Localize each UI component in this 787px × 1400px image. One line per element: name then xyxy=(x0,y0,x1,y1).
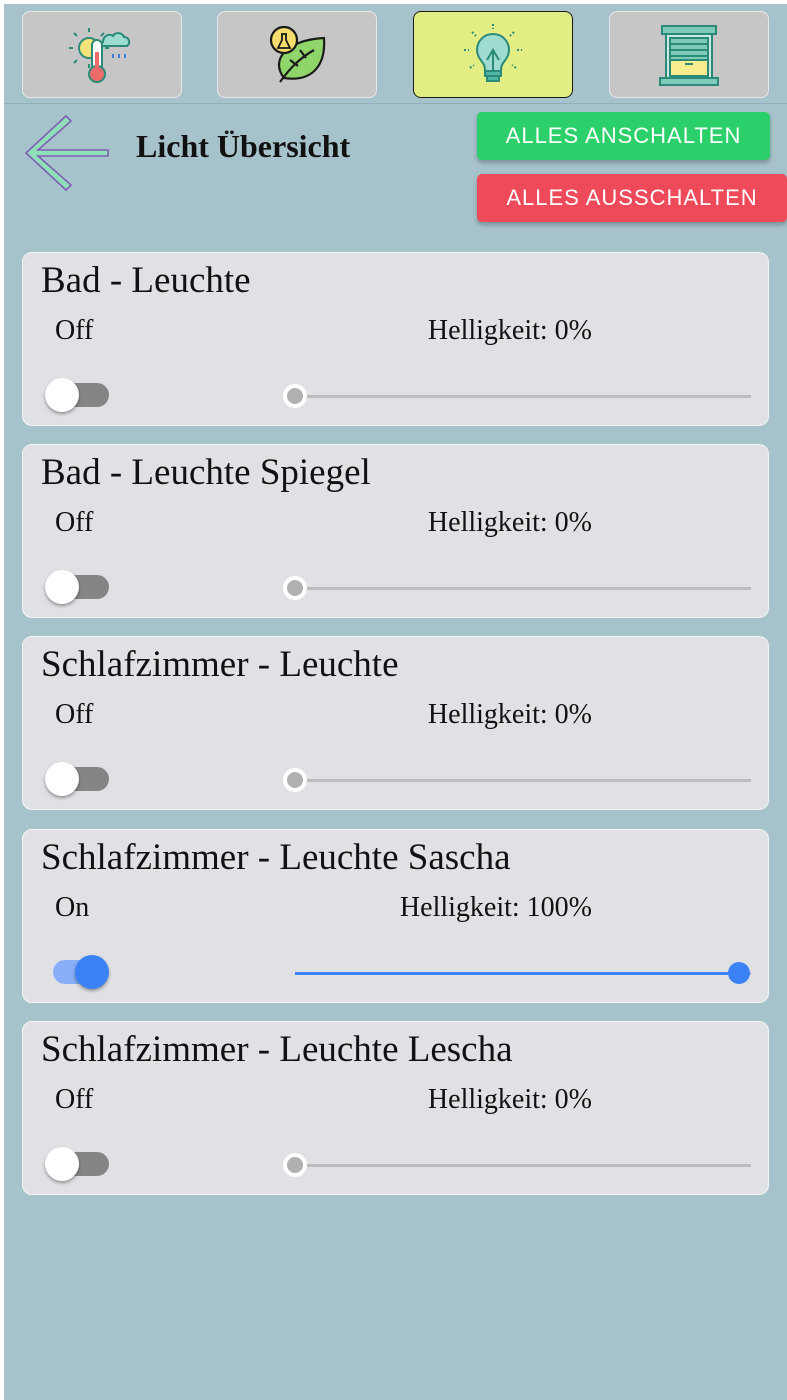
lightbulb-icon xyxy=(464,23,522,82)
plant-leaf-icon xyxy=(269,25,326,83)
brightness-label: Helligkeit: 0% xyxy=(427,1084,592,1115)
brightness-label: Helligkeit: 0% xyxy=(427,315,592,346)
brightness-label: Helligkeit: 100% xyxy=(399,892,592,923)
light-state: On xyxy=(55,892,90,923)
brightness-slider[interactable] xyxy=(281,381,751,411)
light-state: Off xyxy=(55,1084,94,1115)
brightness-label: Helligkeit: 0% xyxy=(427,699,592,730)
brightness-slider[interactable] xyxy=(281,765,751,795)
light-name: Bad - Leuchte xyxy=(41,260,251,301)
top-navigation xyxy=(4,4,787,104)
brightness-slider[interactable] xyxy=(281,1150,751,1180)
brightness-slider[interactable] xyxy=(281,573,751,603)
tab-plants[interactable] xyxy=(217,11,377,98)
brightness-label: Helligkeit: 0% xyxy=(427,507,592,538)
brightness-slider[interactable] xyxy=(281,958,751,988)
slider-thumb[interactable] xyxy=(283,384,307,408)
slider-thumb[interactable] xyxy=(283,576,307,600)
page-title: Licht Übersicht xyxy=(136,128,351,164)
tab-climate[interactable] xyxy=(22,11,182,98)
light-state: Off xyxy=(55,315,94,346)
climate-thermometer-icon xyxy=(69,27,131,83)
window-blind-icon xyxy=(659,24,719,86)
slider-thumb[interactable] xyxy=(728,962,750,984)
light-state: Off xyxy=(55,507,94,538)
light-toggle[interactable] xyxy=(45,761,109,797)
light-toggle[interactable] xyxy=(45,954,109,990)
light-toggle[interactable] xyxy=(45,377,109,413)
all-on-button[interactable]: ALLES ANSCHALTEN xyxy=(477,112,770,160)
light-name: Schlafzimmer - Leuchte Lescha xyxy=(41,1029,513,1070)
tab-lights[interactable] xyxy=(413,11,573,98)
tab-blinds[interactable] xyxy=(609,11,769,98)
light-toggle[interactable] xyxy=(45,1146,109,1182)
light-state: Off xyxy=(55,699,94,730)
light-card: Schlafzimmer - Leuchte Off Helligkeit: 0… xyxy=(22,636,769,810)
light-card: Schlafzimmer - Leuchte Sascha On Helligk… xyxy=(22,829,769,1003)
light-card: Bad - Leuchte Off Helligkeit: 0% xyxy=(22,252,769,426)
app-root: Licht Übersicht ALLES ANSCHALTEN ALLES A… xyxy=(4,4,787,1400)
light-name: Schlafzimmer - Leuchte xyxy=(41,644,399,685)
light-card: Bad - Leuchte Spiegel Off Helligkeit: 0% xyxy=(22,444,769,618)
all-off-button[interactable]: ALLES AUSSCHALTEN xyxy=(477,174,787,222)
slider-thumb[interactable] xyxy=(283,768,307,792)
light-toggle[interactable] xyxy=(45,569,109,605)
light-name: Bad - Leuchte Spiegel xyxy=(41,452,371,493)
back-button[interactable] xyxy=(22,112,110,194)
light-card: Schlafzimmer - Leuchte Lescha Off Hellig… xyxy=(22,1021,769,1195)
light-name: Schlafzimmer - Leuchte Sascha xyxy=(41,837,511,878)
slider-thumb[interactable] xyxy=(283,1153,307,1177)
arrow-left-icon xyxy=(24,114,109,192)
